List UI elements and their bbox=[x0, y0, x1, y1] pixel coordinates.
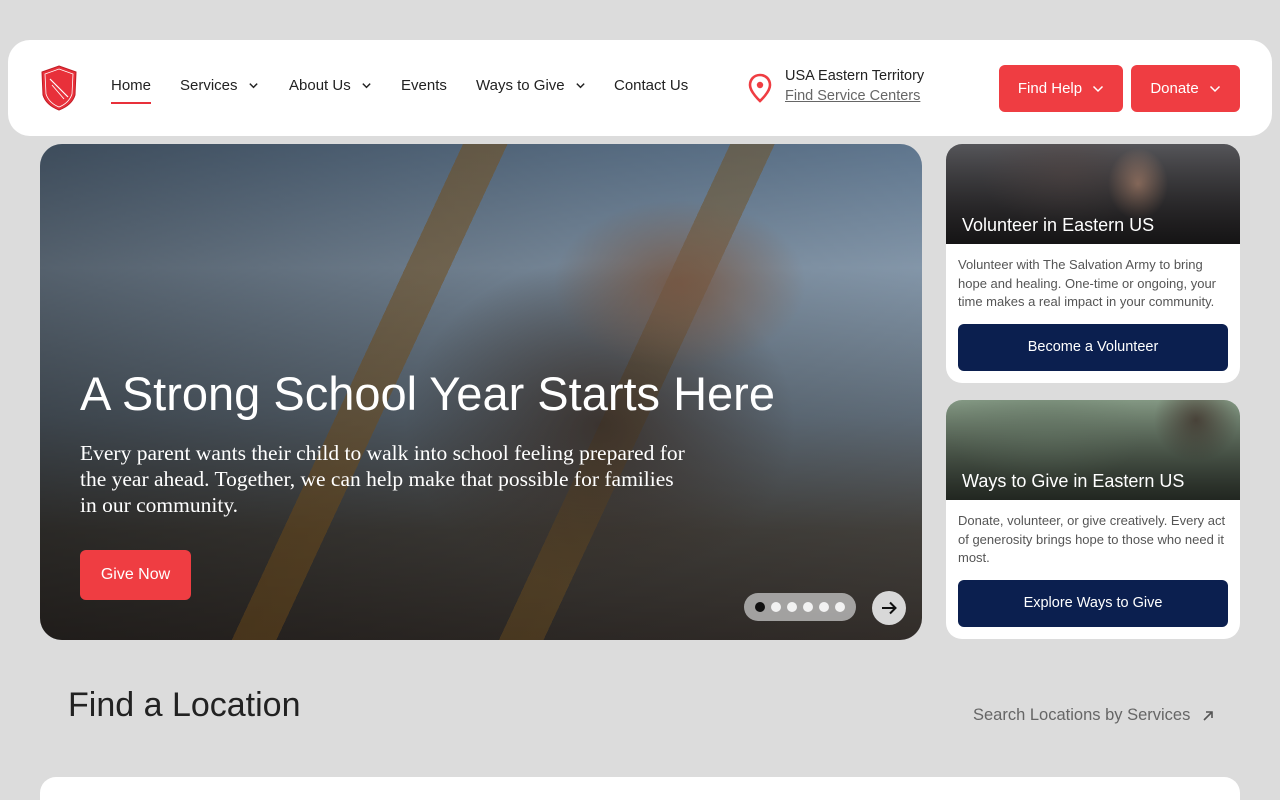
hero-description: Every parent wants their child to walk i… bbox=[80, 441, 685, 517]
carousel-dot-6[interactable] bbox=[835, 602, 845, 612]
nav-contact-us[interactable]: Contact Us bbox=[614, 77, 688, 94]
carousel-next-button[interactable] bbox=[872, 591, 906, 625]
carousel-dot-4[interactable] bbox=[803, 602, 813, 612]
chevron-down-icon bbox=[362, 83, 371, 89]
location-pin-icon bbox=[748, 73, 772, 103]
ways-to-give-card: Ways to Give in Eastern US Donate, volun… bbox=[946, 400, 1240, 639]
carousel-dot-3[interactable] bbox=[787, 602, 797, 612]
volunteer-card-description: Volunteer with The Salvation Army to bri… bbox=[958, 257, 1217, 309]
site-header: Home Services About Us Events Ways to Gi… bbox=[8, 40, 1272, 136]
find-location-heading: Find a Location bbox=[68, 686, 301, 724]
nav-ways-to-give-label: Ways to Give bbox=[476, 77, 565, 94]
nav-events-label: Events bbox=[401, 77, 447, 94]
chevron-down-icon bbox=[1209, 85, 1220, 92]
nav-services-label: Services bbox=[180, 77, 238, 94]
arrow-up-right-icon bbox=[1203, 710, 1214, 721]
nav-about-us[interactable]: About Us bbox=[289, 77, 372, 94]
hero-title: A Strong School Year Starts Here bbox=[80, 367, 775, 420]
explore-ways-to-give-button[interactable]: Explore Ways to Give bbox=[958, 579, 1228, 627]
chevron-down-icon bbox=[248, 83, 258, 89]
donate-label: Donate bbox=[1150, 80, 1199, 97]
location-finder-panel bbox=[40, 777, 1240, 800]
salvation-army-shield-logo[interactable] bbox=[40, 65, 78, 111]
territory-name: USA Eastern Territory bbox=[785, 68, 925, 84]
carousel-dot-1[interactable] bbox=[755, 602, 765, 612]
search-locations-label: Search Locations by Services bbox=[973, 706, 1191, 724]
find-help-label: Find Help bbox=[1017, 80, 1083, 97]
nav-about-us-label: About Us bbox=[289, 77, 351, 94]
volunteer-card: Volunteer in Eastern US Volunteer with T… bbox=[946, 144, 1240, 383]
carousel-pagination bbox=[744, 593, 856, 621]
volunteer-card-title: Volunteer in Eastern US bbox=[962, 215, 1155, 235]
become-volunteer-button[interactable]: Become a Volunteer bbox=[958, 323, 1228, 371]
nav-home[interactable]: Home bbox=[111, 77, 152, 104]
ways-to-give-card-title: Ways to Give in Eastern US bbox=[962, 471, 1185, 491]
donate-button[interactable]: Donate bbox=[1131, 65, 1240, 112]
arrow-right-icon bbox=[882, 601, 897, 615]
give-now-button[interactable]: Give Now bbox=[80, 550, 191, 600]
ways-to-give-card-image: Ways to Give in Eastern US bbox=[946, 400, 1240, 500]
chevron-down-icon bbox=[575, 83, 585, 89]
nav-ways-to-give[interactable]: Ways to Give bbox=[476, 77, 586, 94]
carousel-dot-2[interactable] bbox=[771, 602, 781, 612]
hero-carousel: A Strong School Year Starts Here Every p… bbox=[40, 144, 922, 640]
chevron-down-icon bbox=[1093, 85, 1104, 92]
nav-home-label: Home bbox=[111, 77, 152, 94]
carousel-dot-5[interactable] bbox=[819, 602, 829, 612]
find-help-button[interactable]: Find Help bbox=[999, 65, 1123, 112]
search-locations-link[interactable]: Search Locations by Services bbox=[973, 706, 1216, 725]
ways-to-give-card-description: Donate, volunteer, or give creatively. E… bbox=[958, 513, 1226, 565]
nav-events[interactable]: Events bbox=[401, 77, 447, 94]
nav-services[interactable]: Services bbox=[180, 77, 259, 94]
nav-contact-us-label: Contact Us bbox=[614, 77, 689, 94]
find-service-centers-link[interactable]: Find Service Centers bbox=[785, 88, 920, 104]
volunteer-card-image: Volunteer in Eastern US bbox=[946, 144, 1240, 244]
